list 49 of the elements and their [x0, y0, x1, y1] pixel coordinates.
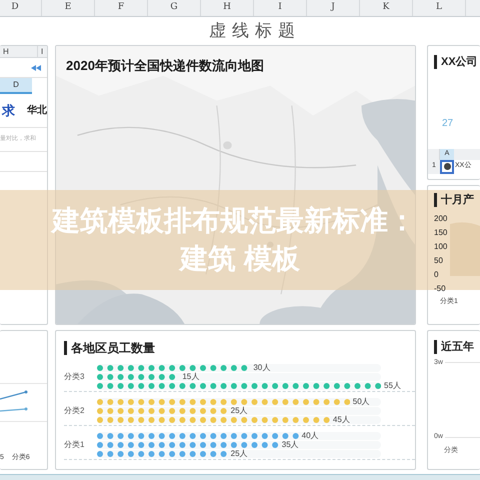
column-header[interactable]: G — [170, 1, 178, 15]
cell-text: 求 — [2, 102, 15, 120]
cell-text: 华北 — [27, 104, 47, 118]
category-label: 分类3 — [64, 370, 86, 382]
column-header[interactable]: L — [436, 1, 442, 15]
value-label: 30人 — [253, 362, 270, 372]
column-header[interactable]: F — [118, 1, 124, 15]
title-bar — [434, 340, 437, 354]
axis-label: 200 — [434, 212, 448, 224]
line-chart-drawing — [0, 390, 28, 412]
value-label: 25人 — [230, 448, 248, 458]
axis-label: 150 — [434, 226, 448, 238]
column-header[interactable]: I — [278, 1, 282, 15]
value-text: 27 — [442, 116, 454, 130]
category-label: 分类2 — [64, 404, 86, 416]
sheet-title: 虚线标题 — [209, 20, 301, 42]
title-bar — [434, 193, 437, 208]
selected-cell[interactable] — [440, 160, 454, 174]
map-title: 2020年预计全国快递件数流向地图 — [66, 57, 264, 75]
column-header[interactable]: E — [64, 1, 72, 15]
panel-title: 近五年 — [441, 340, 474, 355]
title-bar — [434, 55, 437, 70]
column-header[interactable]: H — [3, 46, 9, 58]
column-header[interactable]: K — [382, 1, 390, 15]
axis-label: 100 — [434, 240, 448, 252]
column-header[interactable]: H — [223, 1, 231, 15]
caption-text: 建筑模板排布规范最新标准： — [52, 204, 416, 238]
title-bar — [64, 341, 67, 355]
value-label: 35人 — [282, 440, 299, 450]
value-label: 50人 — [352, 396, 370, 406]
value-label: 25人 — [230, 406, 248, 416]
value-label: 40人 — [302, 430, 319, 440]
caption-text: 建筑 模板 — [180, 242, 300, 276]
axis-label: 50 — [434, 254, 444, 266]
category-label: 分类1 — [64, 438, 86, 450]
panel-title: 各地区员工数量 — [71, 340, 155, 357]
column-header[interactable]: D — [13, 79, 19, 91]
axis-label: -50 — [434, 282, 447, 294]
value-label: 45人 — [332, 414, 350, 424]
value-label: 15人 — [182, 372, 200, 382]
double-arrow-icon — [31, 64, 41, 70]
column-header[interactable]: I — [41, 46, 44, 58]
panel-title: XX公司 — [441, 55, 478, 70]
column-header[interactable]: J — [331, 1, 335, 15]
axis-label: 0 — [434, 268, 440, 280]
dot-icon — [444, 163, 450, 170]
column-header[interactable]: D — [11, 1, 19, 15]
panel-title: 十月产 — [441, 192, 474, 208]
value-label: 55人 — [384, 380, 401, 390]
